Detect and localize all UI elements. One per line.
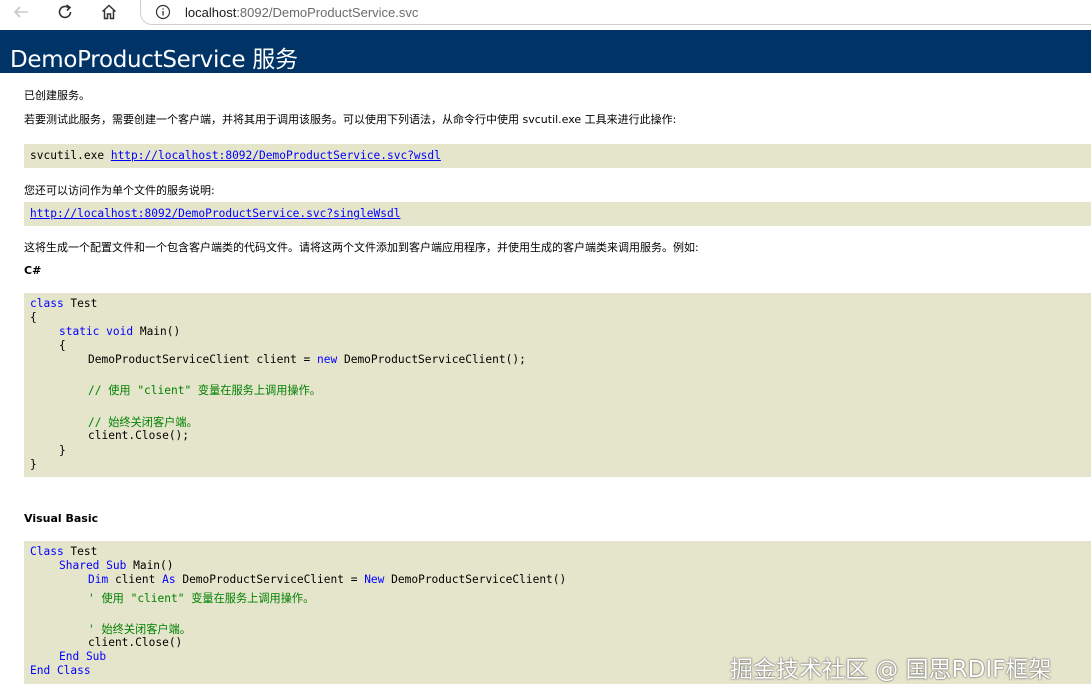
address-bar[interactable]: localhost:8092/DemoProductService.svc [140,0,1091,25]
info-icon[interactable] [155,4,171,20]
code-line: } [30,458,37,471]
code-line: End Sub [59,650,107,663]
reload-button[interactable] [50,0,80,24]
browser-toolbar: localhost:8092/DemoProductService.svc [0,0,1091,30]
code-comment: // 始终关闭客户端。 [88,416,198,429]
vb-heading: Visual Basic [24,512,99,525]
csharp-heading: C# [24,264,42,277]
created-text: 已创建服务。 [24,89,90,102]
svcutil-command: svcutil.exe [30,149,111,162]
url-path: :8092/DemoProductService.svc [236,4,419,20]
home-button[interactable] [94,0,124,24]
code-line: client.Close() [88,636,183,649]
back-button[interactable] [6,0,36,24]
code-line: client.Close(); [88,429,190,442]
code-line: DemoProductServiceClient client = new De… [88,353,526,366]
svcutil-command-box: svcutil.exe http://localhost:8092/DemoPr… [24,144,1091,168]
single-wsdl-box: http://localhost:8092/DemoProductService… [24,202,1091,226]
page-title: DemoProductService 服务 [10,47,298,73]
code-comment: ' 使用 "client" 变量在服务上调用操作。 [88,592,315,605]
code-line: Class Test [30,545,98,558]
home-icon [101,4,117,20]
code-line: class Test [30,297,98,310]
csharp-code-block: class Test { static void Main() { DemoPr… [24,293,1091,477]
url-host: localhost [185,4,237,20]
generate-text: 这将生成一个配置文件和一个包含客户端类的代码文件。请将这两个文件添加到客户端应用… [24,241,699,254]
back-arrow-icon [13,6,28,18]
single-wsdl-link[interactable]: http://localhost:8092/DemoProductService… [30,207,400,220]
single-file-intro: 您还可以访问作为单个文件的服务说明: [24,184,215,197]
code-comment: // 使用 "client" 变量在服务上调用操作。 [88,384,321,397]
code-comment: ' 始终关闭客户端。 [88,623,191,636]
code-line: Shared Sub Main() [59,559,174,572]
code-line: Dim client As DemoProductServiceClient =… [88,573,567,586]
code-line: } [59,444,66,457]
code-line: { [30,311,37,324]
watermark: 掘金技术社区 @ 国思RDIF框架 [730,657,1052,683]
code-line: static void Main() [59,325,181,338]
page-header: DemoProductService 服务 [0,30,1091,73]
reload-icon [58,4,72,19]
test-intro-text: 若要测试此服务，需要创建一个客户端，并将其用于调用该服务。可以使用下列语法，从命… [24,113,677,126]
wsdl-link[interactable]: http://localhost:8092/DemoProductService… [111,149,441,162]
code-line: { [59,339,66,352]
code-line: End Class [30,664,91,677]
